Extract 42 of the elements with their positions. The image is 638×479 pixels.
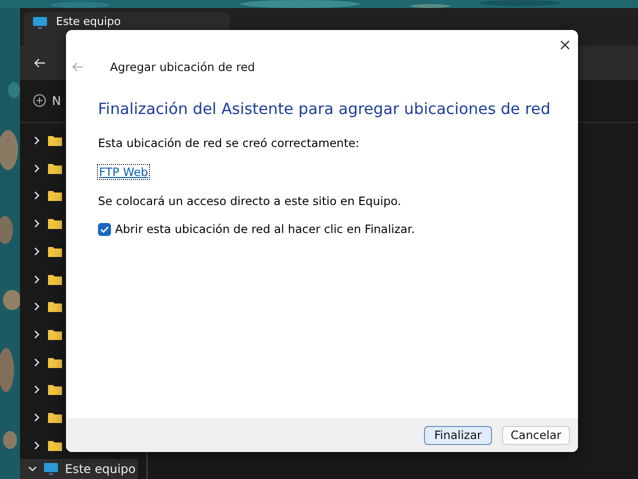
tab-title: Este equipo — [56, 15, 122, 28]
chevron-right-icon[interactable] — [34, 330, 40, 339]
chevron-right-icon[interactable] — [34, 274, 40, 284]
cancel-button[interactable]: Cancelar — [502, 426, 570, 444]
folder-icon[interactable] — [48, 440, 62, 451]
chevron-right-icon[interactable] — [34, 440, 40, 450]
plus-circle-icon[interactable] — [33, 94, 46, 108]
folder-icon[interactable] — [48, 328, 62, 340]
folder-icon[interactable] — [48, 162, 62, 174]
location-link[interactable]: FTP Web — [97, 164, 150, 180]
folder-icon[interactable] — [48, 384, 62, 396]
computer-icon — [43, 461, 59, 477]
tree-item-label: Este equipo — [65, 462, 136, 476]
folder-icon[interactable] — [48, 412, 62, 423]
chevron-right-icon[interactable] — [34, 246, 40, 256]
chevron-right-icon[interactable] — [34, 358, 40, 367]
folder-icon[interactable] — [48, 301, 62, 312]
chevron-right-icon[interactable] — [34, 302, 40, 312]
chevron-right-icon[interactable] — [34, 385, 40, 394]
chevron-right-icon[interactable] — [34, 191, 40, 200]
dialog-title: Agregar ubicación de red — [110, 60, 255, 74]
wizard-heading: Finalización del Asistente para agregar ubicaciones de red — [98, 100, 550, 118]
folder-icon[interactable] — [48, 356, 62, 368]
new-label[interactable]: N — [52, 94, 61, 108]
chevron-right-icon[interactable] — [34, 136, 40, 146]
tree-item[interactable]: Este equipo — [20, 459, 138, 479]
message-text: Esta ubicación de red se creó correctamente: — [98, 136, 360, 150]
checkbox[interactable] — [98, 222, 111, 236]
folder-icon[interactable] — [48, 218, 62, 230]
chevron-down-icon[interactable] — [28, 466, 37, 472]
chevron-right-icon[interactable] — [34, 219, 40, 228]
finish-button[interactable]: Finalizar — [424, 426, 492, 444]
folder-icon[interactable] — [48, 135, 62, 146]
note-text: Se colocará un acceso directo a este sitio en Equipo. — [98, 194, 402, 208]
close-button[interactable] — [558, 38, 572, 52]
folder-icon[interactable] — [48, 246, 62, 257]
computer-icon — [32, 15, 48, 31]
folder-icon[interactable] — [48, 190, 62, 202]
chevron-right-icon[interactable] — [34, 412, 40, 422]
folder-icon[interactable] — [48, 274, 62, 285]
chevron-right-icon[interactable] — [34, 164, 40, 173]
checkbox-label[interactable]: Abrir esta ubicación de red al hacer clic en Finalizar. — [115, 222, 415, 236]
